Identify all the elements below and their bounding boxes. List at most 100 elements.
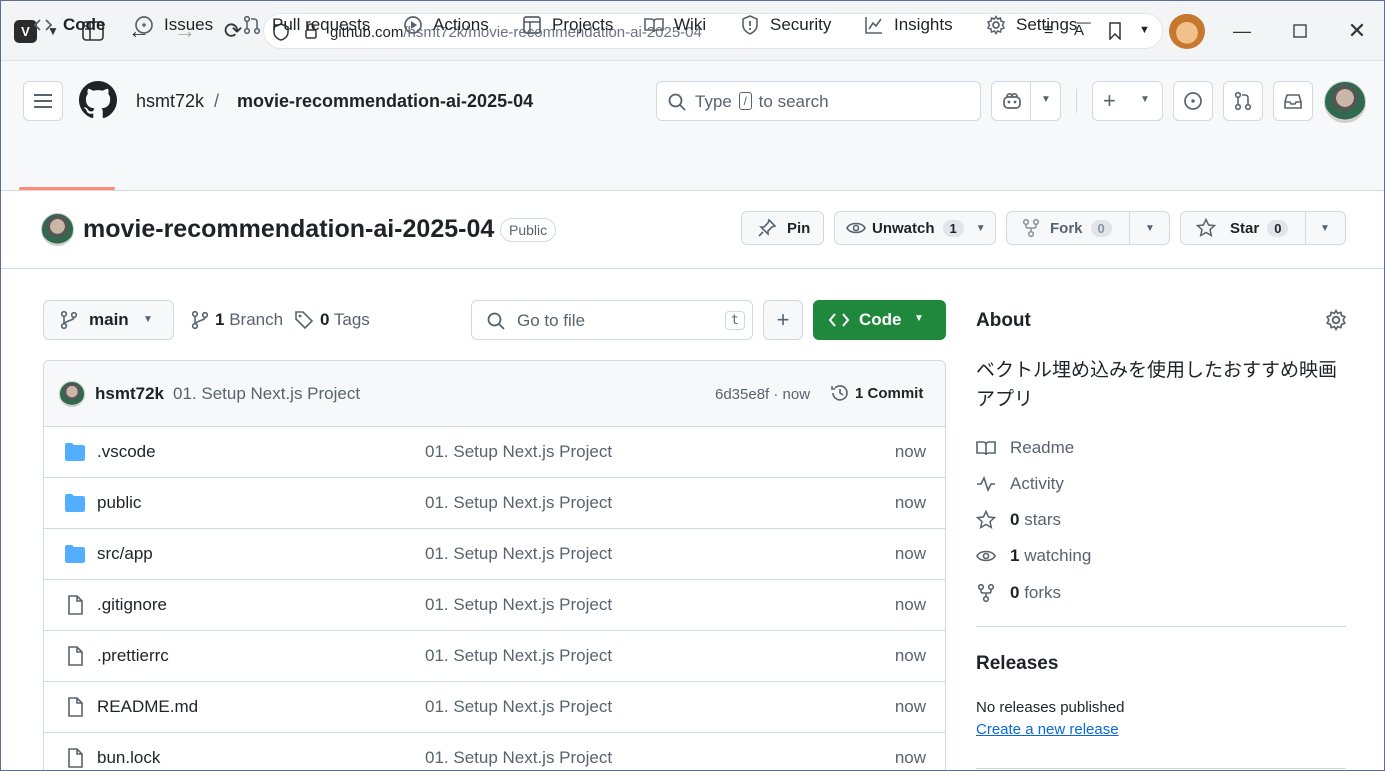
active-tab-indicator <box>19 187 115 190</box>
file-name[interactable]: .prettierrc <box>97 646 169 666</box>
branches-link[interactable]: 1 Branch <box>191 310 283 330</box>
gear-icon[interactable] <box>1325 309 1347 331</box>
tab-issues[interactable]: Issues <box>134 1 213 49</box>
file-commit-message[interactable]: 01. Setup Next.js Project <box>425 748 612 768</box>
file-name[interactable]: .vscode <box>97 442 156 462</box>
copilot-button[interactable]: ▼ <box>991 81 1061 121</box>
tab-insights[interactable]: Insights <box>864 1 953 49</box>
search-input[interactable]: Type / to search <box>656 81 981 121</box>
profile-avatar[interactable] <box>1169 13 1205 49</box>
hamburger-menu-button[interactable] <box>23 81 63 121</box>
commit-message[interactable]: 01. Setup Next.js Project <box>173 384 360 404</box>
breadcrumb-separator: / <box>214 91 220 111</box>
file-row[interactable]: public 01. Setup Next.js Project now <box>44 478 945 529</box>
releases-heading[interactable]: Releases <box>976 653 1058 675</box>
no-releases-text: No releases published <box>976 699 1125 716</box>
star-label: Star <box>1230 219 1260 237</box>
latest-commit: hsmt72k 01. Setup Next.js Project 6d35e8… <box>44 361 945 427</box>
file-commit-message[interactable]: 01. Setup Next.js Project <box>425 595 612 615</box>
file-row[interactable]: .prettierrc 01. Setup Next.js Project no… <box>44 631 945 682</box>
commit-author-avatar[interactable] <box>59 381 85 407</box>
tab-label: Code <box>63 15 106 34</box>
pin-button[interactable]: Pin <box>741 211 824 245</box>
pull-request-icon <box>243 15 261 35</box>
repo-title[interactable]: movie-recommendation-ai-2025-04 <box>83 215 494 244</box>
commit-hash-time[interactable]: 6d35e8f · now <box>715 386 810 403</box>
search-icon <box>668 93 686 111</box>
tab-code[interactable]: Code <box>33 1 106 49</box>
create-new-button[interactable]: + ▼ <box>1092 81 1163 121</box>
chevron-down-icon: ▼ <box>1320 223 1330 234</box>
watching-link[interactable]: 1 watching <box>976 546 1091 566</box>
search-key: / <box>738 92 752 110</box>
file-name[interactable]: bun.lock <box>97 748 160 768</box>
code-button-label: Code <box>859 310 902 329</box>
star-button[interactable]: Star 0 ▼ <box>1180 211 1346 245</box>
file-name[interactable]: README.md <box>97 697 198 717</box>
pulse-icon <box>977 475 995 493</box>
add-file-button[interactable]: + <box>763 300 803 340</box>
file-commit-message[interactable]: 01. Setup Next.js Project <box>425 697 612 717</box>
inbox-button[interactable] <box>1273 81 1313 121</box>
branch-selector[interactable]: main ▼ <box>43 300 174 340</box>
graph-icon <box>865 17 882 34</box>
forks-link[interactable]: 0 forks <box>976 583 1061 603</box>
repo-link[interactable]: movie-recommendation-ai-2025-04 <box>237 91 533 112</box>
fork-button[interactable]: Fork 0 ▼ <box>1006 211 1170 245</box>
watching-count: 1 <box>1010 546 1020 565</box>
tab-wiki[interactable]: Wiki <box>644 1 706 49</box>
tab-pull-requests[interactable]: Pull requests <box>242 1 370 49</box>
plus-icon: + <box>776 307 790 332</box>
unwatch-label: Unwatch <box>872 219 935 237</box>
tab-projects[interactable]: Projects <box>522 1 613 49</box>
commits-link[interactable]: 1 Commit <box>830 383 923 403</box>
pull-requests-button[interactable] <box>1223 81 1263 121</box>
visibility-badge: Public <box>500 218 557 242</box>
activity-link[interactable]: Activity <box>976 474 1064 494</box>
file-commit-message[interactable]: 01. Setup Next.js Project <box>425 442 612 462</box>
close-icon[interactable]: ✕ <box>1344 18 1370 43</box>
maximize-icon[interactable] <box>1287 19 1313 43</box>
file-name[interactable]: .gitignore <box>97 595 167 615</box>
file-name[interactable]: src/app <box>97 544 153 564</box>
github-logo-icon[interactable] <box>79 81 117 119</box>
file-row[interactable]: README.md 01. Setup Next.js Project now <box>44 682 945 733</box>
tab-label: Security <box>770 15 832 34</box>
issues-button[interactable] <box>1173 81 1213 121</box>
readme-link[interactable]: Readme <box>976 438 1074 458</box>
file-time: now <box>894 646 926 665</box>
owner-link[interactable]: hsmt72k <box>136 91 204 112</box>
file-row[interactable]: .vscode 01. Setup Next.js Project now <box>44 427 945 478</box>
tab-actions[interactable]: Actions <box>403 1 489 49</box>
file-row[interactable]: src/app 01. Setup Next.js Project now <box>44 529 945 580</box>
eye-icon <box>846 222 866 234</box>
chevron-down-icon[interactable]: ▼ <box>1139 24 1150 36</box>
inbox-icon <box>1284 94 1302 109</box>
tab-label: Projects <box>552 15 614 34</box>
file-time: now <box>894 493 926 512</box>
file-commit-message[interactable]: 01. Setup Next.js Project <box>425 493 612 513</box>
go-to-file-input[interactable]: Go to file t <box>471 300 753 340</box>
minimize-icon[interactable]: — <box>1229 19 1255 43</box>
unwatch-button[interactable]: Unwatch 1 ▼ <box>834 211 996 245</box>
file-row[interactable]: .gitignore 01. Setup Next.js Project now <box>44 580 945 631</box>
stars-link[interactable]: 0 stars <box>976 510 1061 530</box>
file-commit-message[interactable]: 01. Setup Next.js Project <box>425 544 612 564</box>
tab-settings[interactable]: Settings <box>986 1 1077 49</box>
commit-author[interactable]: hsmt72k <box>95 384 164 404</box>
create-release-link[interactable]: Create a new release <box>976 721 1119 738</box>
readme-label: Readme <box>1010 438 1075 457</box>
forks-label: forks <box>1024 583 1062 602</box>
file-time: now <box>894 748 926 767</box>
tab-security[interactable]: Security <box>740 1 831 49</box>
bookmark-icon[interactable] <box>1109 22 1121 43</box>
user-avatar[interactable] <box>1324 81 1366 123</box>
tags-link[interactable]: 0 Tags <box>294 310 370 330</box>
search-suffix: to search <box>758 92 829 111</box>
file-row[interactable]: bun.lock 01. Setup Next.js Project now <box>44 733 945 770</box>
file-commit-message[interactable]: 01. Setup Next.js Project <box>425 646 612 666</box>
file-name[interactable]: public <box>97 493 141 513</box>
code-button[interactable]: Code ▼ <box>813 300 946 340</box>
eye-icon <box>976 550 996 562</box>
owner-avatar[interactable] <box>41 213 74 246</box>
